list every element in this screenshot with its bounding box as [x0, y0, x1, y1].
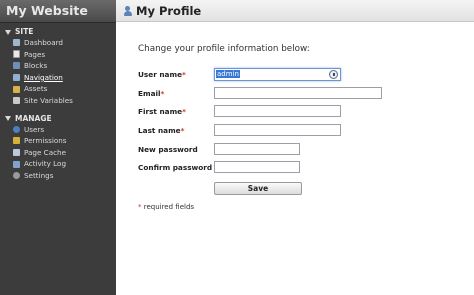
username-label: User name* [138, 69, 186, 79]
section-manage-label: MANAGE [15, 113, 52, 123]
sidebar-item-label: Users [24, 124, 45, 134]
sidebar-item-label: Assets [24, 84, 48, 94]
key-icon [13, 137, 20, 145]
password-manager-icon[interactable] [329, 69, 338, 79]
first-name-field[interactable] [214, 105, 341, 117]
last-name-field[interactable] [214, 124, 341, 136]
sidebar-item-label: Navigation [24, 72, 63, 82]
triangle-down-icon [5, 29, 11, 35]
section-manage[interactable]: MANAGE [0, 113, 116, 124]
confirm-password-row: Confirm password [138, 160, 300, 174]
sidebar-item-blocks[interactable]: Blocks [0, 60, 116, 72]
cache-icon [13, 149, 20, 157]
log-icon [13, 160, 20, 168]
navigation-icon [13, 74, 20, 82]
sidebar-item-label: Page Cache [24, 147, 67, 157]
sidebar-item-label: Pages [24, 49, 46, 59]
main-content: My Profile Change your profile informati… [116, 0, 474, 295]
sidebar-item-activity-log[interactable]: Activity Log [0, 158, 116, 170]
sidebar-item-permissions[interactable]: Permissions [0, 135, 116, 147]
sidebar-item-label: Site Variables [24, 95, 73, 105]
sidebar-item-pages[interactable]: Pages [0, 49, 116, 61]
assets-icon [13, 85, 20, 93]
first-name-label: First name* [138, 106, 186, 116]
confirm-password-field[interactable] [214, 161, 300, 173]
site-title[interactable]: My Website [0, 0, 116, 23]
section-site[interactable]: SITE [0, 26, 116, 37]
email-field[interactable] [214, 87, 382, 99]
gear-icon [13, 172, 20, 180]
sidebar-item-settings[interactable]: Settings [0, 170, 116, 182]
user-profile-icon [124, 5, 132, 16]
first-name-row: First name* [138, 104, 341, 118]
sidebar-item-dashboard[interactable]: Dashboard [0, 37, 116, 49]
dashboard-icon [13, 39, 20, 47]
blocks-icon [13, 62, 20, 70]
email-row: Email* [138, 86, 382, 100]
pages-icon [13, 50, 20, 59]
triangle-down-icon [5, 116, 11, 122]
last-name-label: Last name* [138, 125, 185, 135]
new-password-row: New password [138, 142, 300, 156]
new-password-label: New password [138, 144, 198, 154]
save-button[interactable]: Save [214, 182, 302, 195]
last-name-row: Last name* [138, 123, 341, 137]
email-label: Email* [138, 88, 165, 98]
required-fields-note: * required fields [138, 203, 195, 211]
sidebar-item-navigation[interactable]: Navigation [0, 72, 116, 84]
confirm-password-label: Confirm password [138, 162, 213, 172]
sidebar-item-label: Activity Log [24, 159, 67, 169]
sidebar-item-assets[interactable]: Assets [0, 83, 116, 95]
sidebar-item-site-variables[interactable]: Site Variables [0, 95, 116, 107]
variables-icon [13, 97, 20, 105]
username-value: admin [216, 70, 240, 78]
sidebar-item-label: Dashboard [24, 38, 63, 47]
sidebar-item-label: Permissions [24, 136, 67, 146]
page-title: My Profile [136, 3, 202, 18]
username-row: User name* admin [138, 67, 341, 81]
form-intro: Change your profile information below: [138, 44, 310, 54]
sidebar-item-label: Settings [24, 170, 54, 180]
new-password-field[interactable] [214, 143, 300, 155]
users-icon [13, 125, 20, 133]
page-header: My Profile [116, 0, 474, 22]
username-field[interactable]: admin [214, 67, 341, 81]
sidebar-item-page-cache[interactable]: Page Cache [0, 147, 116, 159]
sidebar: My Website SITE Dashboard Pages Blocks N… [0, 0, 116, 295]
sidebar-item-label: Blocks [24, 61, 48, 71]
sidebar-item-users[interactable]: Users [0, 124, 116, 136]
section-site-label: SITE [15, 27, 34, 36]
